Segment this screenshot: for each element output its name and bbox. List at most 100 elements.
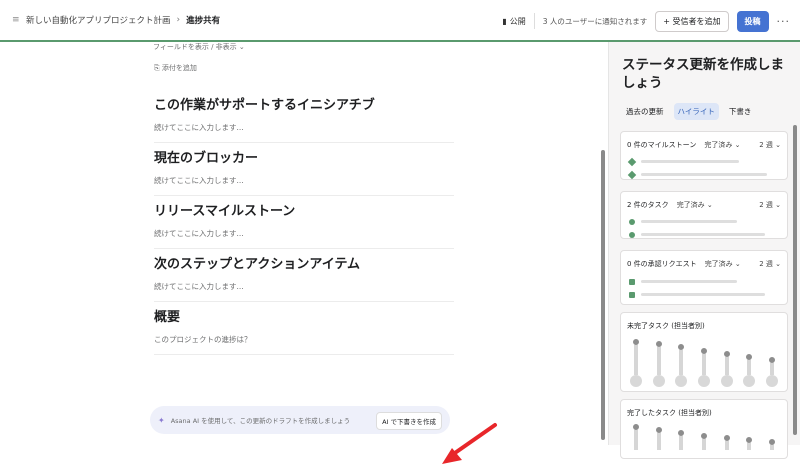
plus-icon: + [663,16,673,26]
card-title: 0 件の承認リクエスト [627,260,697,268]
task-icon [629,231,635,238]
panel-title: ステータス更新を作成しましょう [622,57,784,91]
section-milestones[interactable]: リリースマイルストーン 続けてここに入力します... [154,200,454,249]
section-title: 現在のブロッカー [154,151,259,166]
chart-placeholder-mark [633,424,640,450]
breadcrumb-current: 進捗共有 [186,16,221,26]
breadcrumb: ≡ 新しい自動化アプリプロジェクト計画 › 進捗共有 [12,14,220,26]
placeholder-bar [641,280,737,283]
bar-chart-icon: ▮ [502,16,507,26]
paperclip-icon: ⎘ [154,64,162,72]
section-placeholder[interactable]: 続けてここに入力します... [154,122,454,142]
breadcrumb-project[interactable]: 新しい自動化アプリプロジェクト計画 [26,14,171,26]
add-recipient-label: 受信者を追加 [672,16,721,26]
placeholder-bar [641,233,765,236]
editor-area: フィールドを表示 / 非表示 ⌄ ⎘ 添付を追加 この作業がサポートするイニシア… [0,42,600,464]
chart-placeholder-mark [743,354,756,387]
window-label: 2 週 [759,141,773,149]
section-initiative[interactable]: この作業がサポートするイニシアチブ 続けてここに入力します... [154,94,454,143]
card-title: 0 件のマイルストーン [627,141,697,149]
card-title: 完了したタスク (担当者別) [627,409,712,417]
milestones-card[interactable]: 0 件のマイルストーン 完了済み ⌄ 2 週 ⌄ [620,131,788,180]
window-dropdown[interactable]: 2 週 ⌄ [759,200,781,210]
approvals-card[interactable]: 0 件の承認リクエスト 完了済み ⌄ 2 週 ⌄ [620,250,788,305]
filter-dropdown[interactable]: 完了済み ⌄ [705,259,741,269]
placeholder-bar [641,293,765,296]
ai-draft-button[interactable]: AI で下書きを作成 [376,412,442,430]
completed-by-assignee-card[interactable]: 完了したタスク (担当者別) [620,399,788,459]
chart-placeholder-mark [630,339,643,387]
section-title: リリースマイルストーン [154,204,296,219]
panel-scrollbar[interactable] [793,125,797,435]
section-placeholder[interactable]: 続けてここに入力します... [154,281,454,301]
visibility-button[interactable]: ▮ 公開 [502,16,525,27]
chevron-right-icon: › [176,15,181,25]
section-summary[interactable]: 概要 このプロジェクトの進捗は？ [154,306,454,355]
tab-drafts[interactable]: 下書き [725,103,756,120]
filter-dropdown[interactable]: 完了済み ⌄ [677,200,713,210]
chart-placeholder-mark [675,344,688,387]
window-dropdown[interactable]: 2 週 ⌄ [759,140,781,150]
section-title: 概要 [154,310,181,325]
filter-label: 完了済み [704,260,733,268]
divider [533,13,535,29]
tab-highlights[interactable]: ハイライト [673,103,719,120]
chevron-down-icon: ⌄ [238,43,245,51]
card-title: 未完了タスク (担当者別) [627,322,705,330]
notify-text: 3 人のユーザーに通知されます [542,16,648,26]
section-title: 次のステップとアクションアイテム [154,257,361,272]
filter-label: 完了済み [704,141,733,149]
milestone-icon [627,157,637,166]
placeholder-chart [621,335,787,387]
add-attachment-label: 添付を追加 [161,64,197,72]
more-options-icon[interactable]: ··· [777,15,791,28]
fields-toggle[interactable]: フィールドを表示 / 非表示 ⌄ [153,42,245,52]
chart-placeholder-mark [720,351,733,387]
section-title: この作業がサポートするイニシアチブ [154,98,375,113]
add-recipient-button[interactable]: + 受信者を追加 [655,10,729,32]
post-button[interactable]: 投稿 [736,10,769,32]
placeholder-bar [641,220,737,223]
card-title: 2 件のタスク [627,201,669,209]
chart-placeholder-mark [723,424,730,450]
placeholder-chart [621,424,787,462]
chart-placeholder-mark [765,357,778,387]
approval-icon [629,291,635,298]
fields-toggle-label: フィールドを表示 / 非表示 [153,43,237,51]
ai-hint: Asana AI を使用して、この更新のドラフトを作成しましょう [170,417,351,425]
placeholder-bar [641,160,739,163]
tasks-card[interactable]: 2 件のタスク 完了済み ⌄ 2 週 ⌄ [620,191,788,239]
window-dropdown[interactable]: 2 週 ⌄ [759,259,781,269]
chart-placeholder-mark [746,424,753,450]
add-attachment[interactable]: ⎘ 添付を追加 [154,63,197,73]
sparkle-icon: ✦ [158,415,165,425]
panel-tabs: 過去の更新 ハイライト 下書き [622,103,755,120]
chart-placeholder-mark [768,424,775,450]
filter-dropdown[interactable]: 完了済み ⌄ [704,140,740,150]
chart-placeholder-mark [697,348,710,387]
section-placeholder[interactable]: 続けてここに入力します... [154,228,454,248]
top-bar: ≡ 新しい自動化アプリプロジェクト計画 › 進捗共有 ▮ 公開 3 人のユーザー… [0,0,800,42]
tab-past-updates[interactable]: 過去の更新 [622,103,668,120]
editor-scrollbar[interactable] [601,150,605,440]
filter-label: 完了済み [676,201,705,209]
milestone-icon [627,170,637,179]
section-placeholder[interactable]: このプロジェクトの進捗は？ [154,334,454,354]
chart-placeholder-mark [655,424,662,450]
chart-placeholder-mark [700,424,707,450]
list-icon: ≡ [12,15,20,25]
section-blockers[interactable]: 現在のブロッカー 続けてここに入力します... [154,147,454,196]
section-placeholder[interactable]: 続けてここに入力します... [154,175,454,195]
approval-icon [629,278,635,285]
window-label: 2 週 [759,260,773,268]
placeholder-bar [641,173,767,176]
ai-draft-bar: ✦ Asana AI を使用して、この更新のドラフトを作成しましょう AI で下… [150,406,450,434]
task-icon [629,218,635,225]
status-panel: ステータス更新を作成しましょう 過去の更新 ハイライト 下書き 0 件のマイルス… [608,42,800,459]
public-label: 公開 [509,16,526,26]
incomplete-by-assignee-card[interactable]: 未完了タスク (担当者別) [620,312,788,392]
chart-placeholder-mark [652,341,665,387]
section-next-steps[interactable]: 次のステップとアクションアイテム 続けてここに入力します... [154,253,454,302]
window-label: 2 週 [759,201,773,209]
chart-placeholder-mark [678,424,685,450]
